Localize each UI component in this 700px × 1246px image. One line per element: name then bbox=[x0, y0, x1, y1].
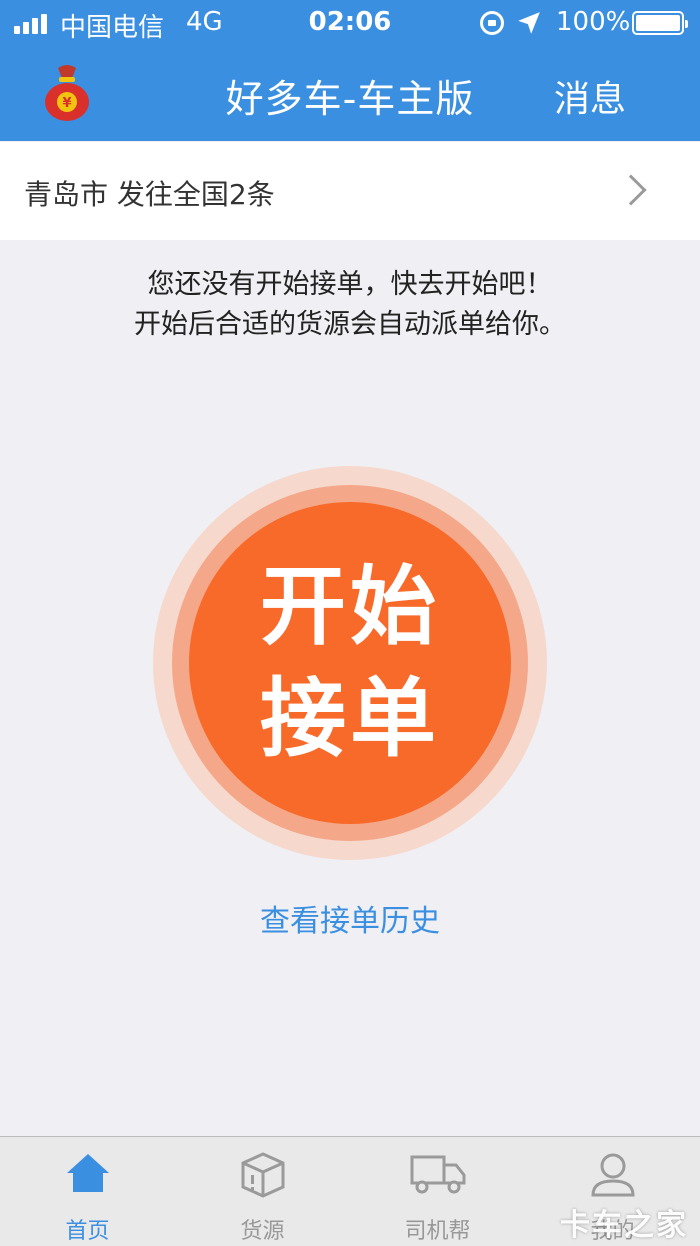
hint-line-2: 开始后合适的货源会自动派单给你。 bbox=[134, 309, 566, 340]
start-button-label-2: 接单 bbox=[260, 668, 440, 769]
app-header: 中国电信 4G 02:06 100% ¥ 好多车-车主版 消息 bbox=[0, 0, 700, 141]
hint-line-1: 您还没有开始接单，快去开始吧！ bbox=[147, 269, 553, 300]
tab-driver-help[interactable]: 司机帮 bbox=[350, 1137, 525, 1246]
start-orders-button[interactable]: 开始 接单 bbox=[153, 466, 547, 860]
battery-icon bbox=[632, 11, 688, 35]
tab-cargo[interactable]: 货源 bbox=[175, 1137, 350, 1246]
order-history-link[interactable]: 查看接单历史 bbox=[0, 896, 700, 940]
package-icon bbox=[241, 1152, 284, 1198]
tab-label: 司机帮 bbox=[404, 1219, 471, 1244]
location-arrow-icon bbox=[518, 12, 540, 34]
chevron-right-icon bbox=[615, 174, 647, 206]
user-icon bbox=[590, 1153, 635, 1197]
nav-bar: ¥ 好多车-车主版 消息 bbox=[0, 46, 700, 141]
tab-home[interactable]: 首页 bbox=[0, 1137, 175, 1246]
route-row[interactable]: 青岛市 发往全国2条 bbox=[0, 142, 700, 240]
truck-icon bbox=[410, 1155, 465, 1194]
start-button-label-1: 开始 bbox=[260, 556, 440, 657]
rotation-lock-icon bbox=[480, 11, 504, 35]
watermark: 卡车之家 bbox=[560, 1208, 688, 1243]
status-bar: 中国电信 4G 02:06 100% bbox=[0, 0, 700, 46]
battery-percent: 100% bbox=[556, 7, 631, 37]
messages-button[interactable]: 消息 bbox=[554, 70, 626, 122]
tab-label: 首页 bbox=[65, 1219, 110, 1244]
start-button-core: 开始 接单 bbox=[189, 502, 511, 824]
home-icon bbox=[66, 1154, 109, 1192]
start-button-ring: 开始 接单 bbox=[172, 485, 528, 841]
tab-label: 货源 bbox=[240, 1219, 285, 1244]
route-text: 青岛市 发往全国2条 bbox=[24, 178, 275, 211]
